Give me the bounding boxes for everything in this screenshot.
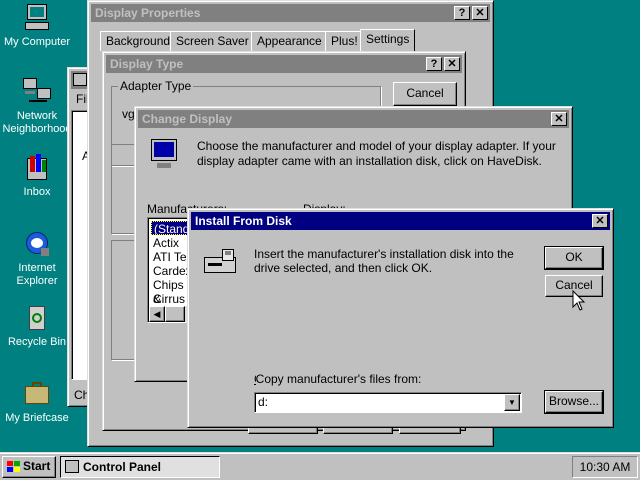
start-button[interactable]: Start xyxy=(2,456,56,478)
inbox-icon xyxy=(21,152,53,184)
install-from-disk-titlebar[interactable]: Install From Disk ✕ xyxy=(191,212,610,230)
adapter-fragment: vg xyxy=(122,107,135,121)
briefcase-icon xyxy=(21,378,53,410)
monitor-icon xyxy=(149,139,179,171)
desktop-icon-label: Inbox xyxy=(23,186,51,198)
cancel-button[interactable]: Cancel xyxy=(393,82,457,106)
system-clock[interactable]: 10:30 AM xyxy=(572,456,638,478)
desktop-icon-label: My Computer xyxy=(3,36,71,48)
copy-from-label: CCopy manufacturer's files from: xyxy=(254,372,422,386)
source-path-combo[interactable]: d: ▼ xyxy=(254,392,522,413)
scroll-left-button[interactable]: ◀ xyxy=(149,306,165,322)
browse-button[interactable]: Browse... xyxy=(544,390,604,414)
recycle-bin-icon xyxy=(21,302,53,334)
copy-from-label-text: Copy manufacturer's files from: xyxy=(255,372,422,386)
computer-icon xyxy=(21,2,53,34)
window-title: Display Type xyxy=(110,57,184,71)
close-button[interactable]: ✕ xyxy=(472,6,488,20)
install-message: Insert the manufacturer's installation d… xyxy=(254,247,514,275)
desktop-icon-label: My Briefcase xyxy=(5,412,69,424)
window-title: Display Properties xyxy=(95,6,201,20)
close-button[interactable]: ✕ xyxy=(551,112,567,126)
source-path-value: d: xyxy=(258,395,269,409)
tab-background[interactable]: Background xyxy=(100,31,177,51)
desktop-icon-label: Internet Explorer xyxy=(16,262,58,287)
network-icon xyxy=(21,76,53,108)
display-type-titlebar[interactable]: Display Type ? ✕ xyxy=(106,55,462,73)
desktop-icon-network-neighborhood[interactable]: Network Neighborhood xyxy=(0,76,76,136)
clock-time: 10:30 AM xyxy=(579,460,631,474)
list-item[interactable]: Actix xyxy=(153,236,179,250)
desktop-icon-my-briefcase[interactable]: My Briefcase xyxy=(0,378,76,424)
scroll-thumb[interactable] xyxy=(165,306,185,322)
taskbar: Start Control Panel 10:30 AM xyxy=(0,452,640,480)
desktop-icon-my-computer[interactable]: My Computer xyxy=(0,2,76,48)
desktop-icon-internet-explorer[interactable]: Internet Explorer xyxy=(0,228,76,288)
change-display-description: Choose the manufacturer and model of you… xyxy=(197,139,556,168)
disk-drive-icon xyxy=(204,249,238,277)
list-item[interactable]: ATI Te xyxy=(153,250,187,264)
tab-settings[interactable]: Settings xyxy=(360,29,416,53)
windows-logo-icon xyxy=(7,461,21,473)
close-button[interactable]: ✕ xyxy=(592,214,608,228)
desktop-icon-label: Network Neighborhood xyxy=(2,110,72,135)
start-label: Start xyxy=(23,459,51,473)
help-button[interactable]: ? xyxy=(454,6,470,20)
help-button[interactable]: ? xyxy=(426,57,442,71)
control-panel-icon xyxy=(65,460,79,473)
ok-button[interactable]: OK xyxy=(544,246,604,270)
tab-strip: Background Screen Saver Appearance Plus!… xyxy=(98,29,488,53)
list-item[interactable]: Cardex xyxy=(153,264,192,278)
display-properties-titlebar[interactable]: Display Properties ? ✕ xyxy=(91,4,490,22)
tab-screen-saver[interactable]: Screen Saver xyxy=(170,31,255,51)
desktop-icon-recycle-bin[interactable]: Recycle Bin xyxy=(0,302,76,348)
close-button[interactable]: ✕ xyxy=(444,57,460,71)
mouse-pointer-icon xyxy=(572,290,586,311)
install-from-disk-window: Install From Disk ✕ Insert the manufactu… xyxy=(187,208,614,428)
control-panel-icon xyxy=(73,73,87,86)
taskbar-button-control-panel[interactable]: Control Panel xyxy=(60,456,220,478)
tab-plus[interactable]: Plus! xyxy=(325,31,364,51)
window-title: Change Display xyxy=(142,112,233,126)
desktop-icon-inbox[interactable]: Inbox xyxy=(0,152,76,198)
change-display-titlebar[interactable]: Change Display ✕ xyxy=(138,110,569,128)
chevron-down-icon[interactable]: ▼ xyxy=(504,394,520,411)
internet-explorer-icon xyxy=(21,228,53,260)
tab-appearance[interactable]: Appearance xyxy=(251,31,328,51)
group-title: Adapter Type xyxy=(118,79,194,93)
task-label: Control Panel xyxy=(83,460,162,474)
desktop-icon-label: Recycle Bin xyxy=(7,336,67,348)
window-title: Install From Disk xyxy=(195,214,292,228)
